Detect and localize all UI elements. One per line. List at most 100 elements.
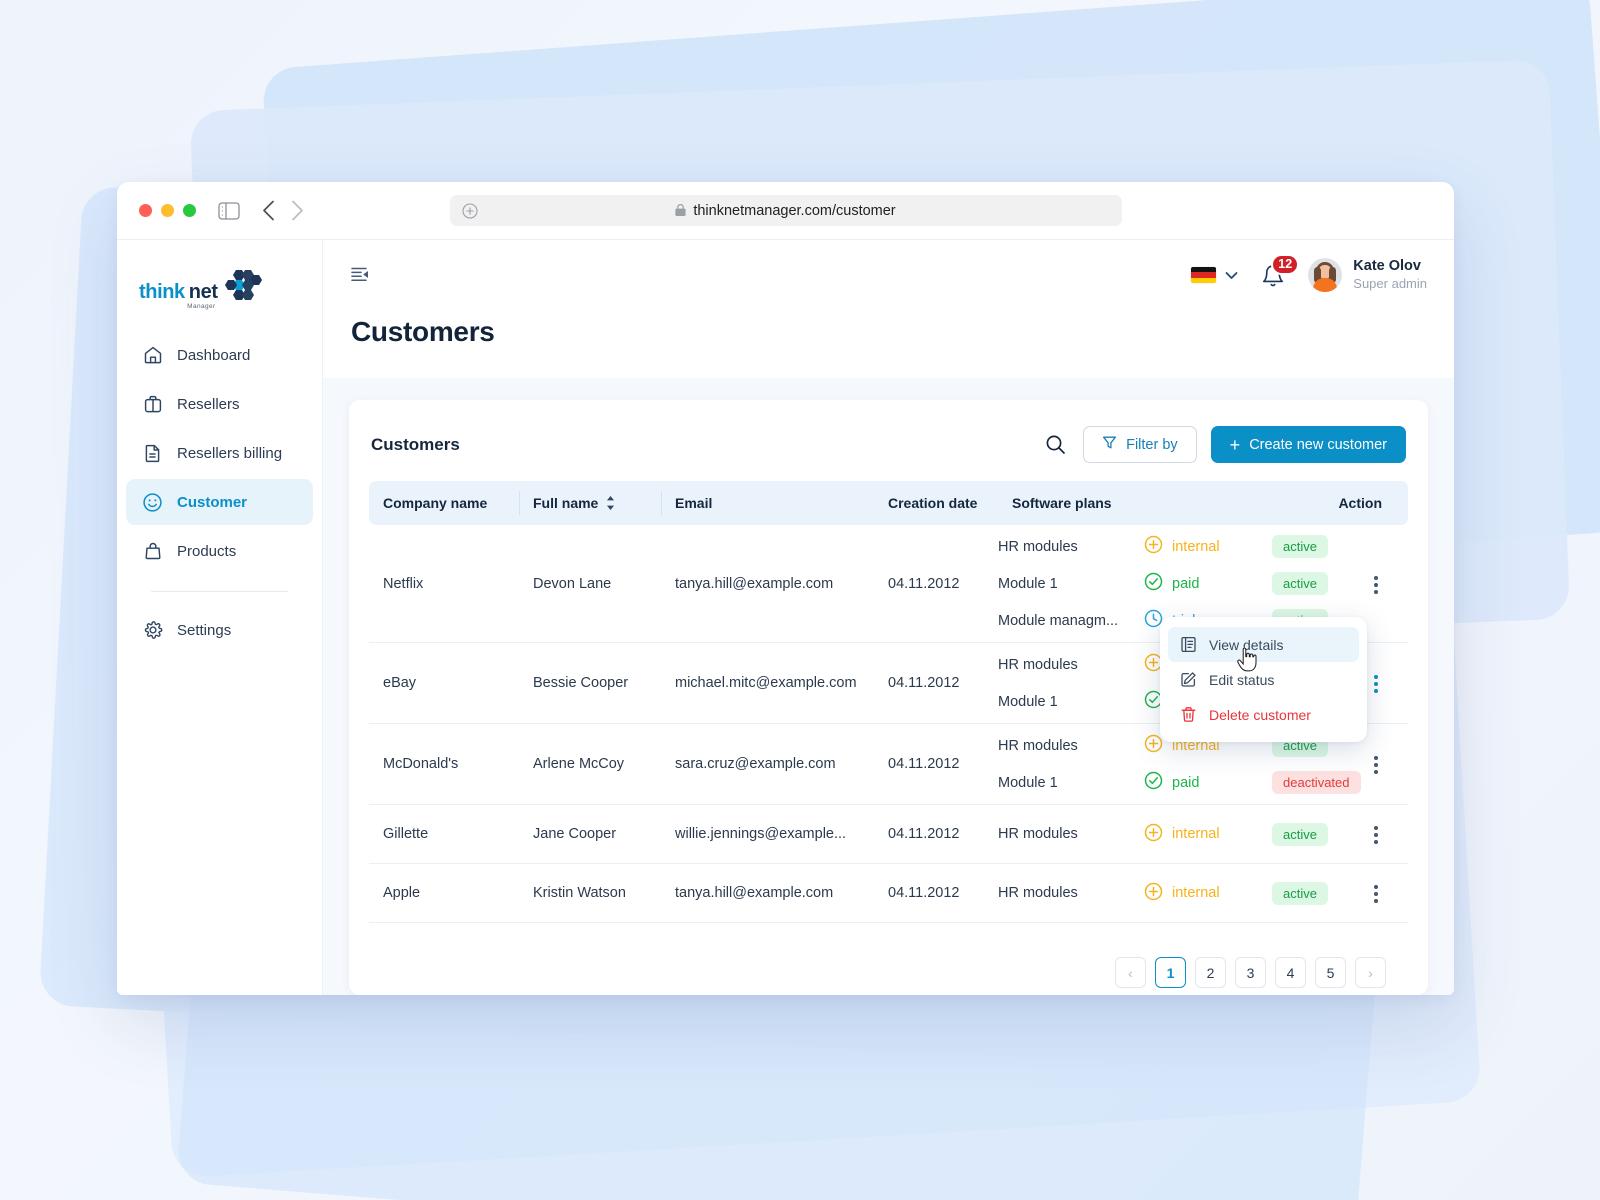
user-name: Kate Olov [1353,258,1427,276]
column-software-plans[interactable]: Software plans [998,481,1322,525]
app-logo[interactable]: think net Manager [117,254,322,332]
chevron-left-icon[interactable] [262,200,275,221]
row-action-menu-button[interactable] [1370,879,1382,909]
maximize-window-button[interactable] [183,204,196,217]
sidebar-toggle-icon[interactable] [218,202,240,220]
cell-software-plans: HR modulesinternalactive [998,805,1322,864]
plan-name: Module 1 [998,775,1144,791]
document-icon [142,443,163,463]
search-icon[interactable] [1042,431,1069,458]
column-divider [661,491,662,515]
sidebar-item-label: Resellers [177,396,240,413]
address-bar[interactable]: thinknetmanager.com/customer [450,195,1122,226]
plan-row: Module 1paiddeactivated [998,771,1322,794]
bag-icon [142,541,163,561]
column-company-name[interactable]: Company name [369,481,519,525]
cell-full-name: Arlene McCoy [519,724,661,805]
sidebar-item-settings[interactable]: Settings [126,607,313,653]
cell-full-name: Kristin Watson [519,864,661,923]
sidebar-item-label: Customer [177,494,247,511]
plan-name: HR modules [998,657,1144,673]
cell-action [1322,864,1408,923]
cell-email: tanya.hill@example.com [661,525,874,643]
plan-list: HR modulesinternalactive [998,823,1322,846]
pagination-next[interactable]: › [1355,957,1386,988]
notifications-button[interactable]: 12 [1261,263,1285,288]
card-header: Customers Filter by [369,422,1408,481]
user-menu[interactable]: Kate Olov Super admin [1308,258,1427,292]
context-menu-item-label: Edit status [1209,672,1274,688]
hexagon-cluster-icon [222,268,268,307]
window-controls[interactable] [139,204,196,217]
plan-name: Module 1 [998,694,1144,710]
pagination-page-3[interactable]: 3 [1235,957,1266,988]
plan-name: Module 1 [998,576,1144,592]
minimize-window-button[interactable] [161,204,174,217]
pagination-page-2[interactable]: 2 [1195,957,1226,988]
row-action-menu-button[interactable] [1370,750,1382,780]
pagination-prev[interactable]: ‹ [1115,957,1146,988]
context-menu-item-label: Delete customer [1209,707,1311,723]
plan-row: HR modulesinternalactive [998,882,1322,905]
logo-think-text: think [139,282,185,302]
sidebar-item-customer[interactable]: Customer [126,479,313,525]
close-window-button[interactable] [139,204,152,217]
user-role: Super admin [1353,276,1427,292]
column-label: Full name [533,495,598,511]
pagination-page-4[interactable]: 4 [1275,957,1306,988]
trash-icon [1179,706,1197,723]
column-creation-date[interactable]: Creation date [874,481,998,525]
create-new-customer-button[interactable]: + Create new customer [1211,426,1406,463]
filter-by-button[interactable]: Filter by [1083,426,1197,463]
context-menu-item[interactable]: Delete customer [1168,697,1359,732]
pagination-page-1[interactable]: 1 [1155,957,1186,988]
column-full-name[interactable]: Full name [519,481,661,525]
table-header: Company name Full name [369,481,1408,525]
sidebar-item-dashboard[interactable]: Dashboard [126,332,313,378]
sidebar-item-label: Products [177,543,236,560]
row-action-menu-button[interactable] [1370,669,1382,699]
row-action-menu-button[interactable] [1370,570,1382,600]
context-menu-item[interactable]: Edit status [1168,662,1359,697]
context-menu-item-label: View details [1209,637,1283,653]
sidebar-item-products[interactable]: Products [126,528,313,574]
language-selector[interactable] [1191,267,1238,283]
sidebar-nav: Dashboard Resellers Resellers billing [117,332,322,653]
sort-toggle-icon[interactable] [606,495,615,511]
sidebar-divider [151,591,288,592]
chevron-right-icon[interactable] [291,200,304,221]
context-menu-item[interactable]: View details [1168,627,1359,662]
cell-creation-date: 04.11.2012 [874,864,998,923]
cell-company-name: McDonald's [369,724,519,805]
status-badge: active [1272,882,1328,905]
plan-name: HR modules [998,826,1144,842]
status-badge: active [1272,823,1328,846]
collapse-sidebar-icon[interactable] [350,265,370,285]
plan-type-label: internal [1172,826,1220,842]
plan-row: HR modulesinternalactive [998,823,1322,846]
sidebar-item-resellers[interactable]: Resellers [126,381,313,427]
lock-icon [675,204,686,217]
plus-circle-icon[interactable] [462,203,478,219]
notification-count-badge: 12 [1271,254,1299,275]
browser-chrome: thinknetmanager.com/customer [117,182,1454,240]
status-badge: active [1272,572,1328,595]
browser-navigation [262,200,304,221]
plan-type-label: internal [1172,539,1220,555]
column-email[interactable]: Email [661,481,874,525]
plan-list: HR modulesinternalactive [998,882,1322,905]
card-title: Customers [371,435,460,455]
column-label: Creation date [888,495,977,511]
cell-company-name: Netflix [369,525,519,643]
column-label: Email [675,495,712,511]
plan-type-label: paid [1172,775,1199,791]
row-context-menu[interactable]: View details Edit status Delete customer [1160,617,1367,742]
plan-type-label: paid [1172,576,1199,592]
home-icon [142,345,163,365]
cell-company-name: Apple [369,864,519,923]
chevron-down-icon [1225,271,1238,280]
smiley-icon [142,492,163,513]
row-action-menu-button[interactable] [1370,820,1382,850]
sidebar-item-resellers-billing[interactable]: Resellers billing [126,430,313,476]
pagination-page-5[interactable]: 5 [1315,957,1346,988]
